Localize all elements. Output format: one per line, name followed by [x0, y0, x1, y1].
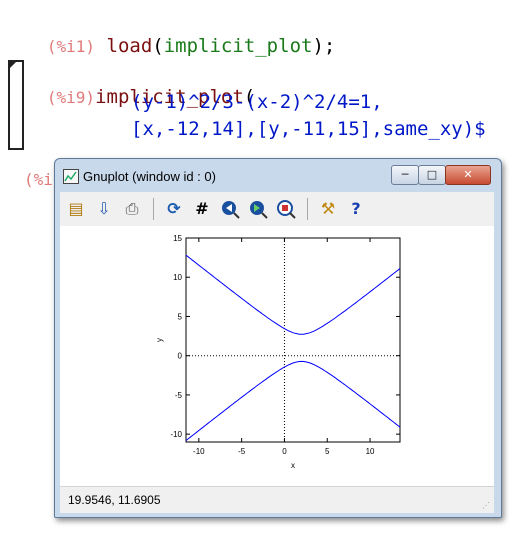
close-button[interactable]: ✕: [445, 165, 491, 185]
plot-area[interactable]: -10 -5 0 5 10 15 10 5 0 -5 -10 x y: [60, 226, 494, 486]
zoom-next-icon[interactable]: [247, 198, 269, 220]
zoom-prev-icon[interactable]: [219, 198, 241, 220]
minimize-button[interactable]: ─: [391, 165, 419, 185]
prompt-i9: (%i9): [46, 88, 96, 107]
x-tick-label: 5: [325, 447, 330, 456]
grid-icon[interactable]: #: [191, 198, 213, 220]
y-tick-label: 5: [178, 312, 183, 321]
help-icon[interactable]: ?: [345, 198, 367, 220]
toolbar-separator: [307, 198, 308, 220]
x-tick-label: 0: [282, 447, 287, 456]
x-tick-label: -5: [238, 447, 246, 456]
toolbar: ▤ ⇩ ⎙ ⟳ # ⚒ ?: [60, 192, 494, 227]
title-bar[interactable]: Gnuplot (window id : 0) ─ □ ✕: [55, 159, 501, 191]
clipboard-icon[interactable]: ▤: [65, 198, 87, 220]
gnuplot-window[interactable]: Gnuplot (window id : 0) ─ □ ✕ ▤ ⇩ ⎙ ⟳ # …: [54, 158, 502, 518]
open-paren: (: [152, 35, 164, 57]
y-tick-label: 15: [173, 234, 182, 243]
input-line-i9-ranges[interactable]: [x,-12,14],[y,-11,15],same_xy)$: [131, 118, 486, 140]
curve-upper-branch: [185, 254, 401, 335]
implicit-plot-chart: -10 -5 0 5 10 15 10 5 0 -5 -10 x y: [155, 234, 401, 470]
gnuplot-app-icon: [63, 169, 79, 184]
y-axis-label: y: [155, 338, 164, 342]
prompt-partial: (%i: [24, 170, 53, 189]
x-tick-label: -10: [193, 447, 205, 456]
input-line-i9-equation[interactable]: (y-1)^2/3-(x-2)^2/4=1,: [131, 91, 383, 113]
y-tick-label: 10: [173, 273, 182, 282]
options-icon[interactable]: ⚒: [317, 198, 339, 220]
input-line-i1[interactable]: (%i1) load(implicit_plot);: [24, 13, 335, 57]
x-tick-label: 10: [366, 447, 375, 456]
y-tick-label: -10: [170, 430, 182, 439]
y-tick-label: -5: [175, 391, 183, 400]
y-tick-label: 0: [178, 352, 183, 361]
toolbar-separator: [153, 198, 154, 220]
plot-frame: [185, 237, 401, 443]
argument-implicit-plot: implicit_plot: [163, 35, 313, 57]
status-bar: 19.9546, 11.6905 ⋰: [60, 486, 494, 513]
replot-icon[interactable]: ⟳: [163, 198, 185, 220]
autoscale-icon[interactable]: [275, 198, 297, 220]
x-axis-label: x: [291, 461, 295, 470]
print-icon[interactable]: ⎙: [121, 198, 143, 220]
close-paren: );: [312, 35, 336, 57]
maximize-button[interactable]: □: [418, 165, 446, 185]
curve-lower-branch: [185, 360, 401, 441]
window-title: Gnuplot (window id : 0): [83, 169, 216, 184]
cursor-coordinates: 19.9546, 11.6905: [68, 493, 161, 507]
cell-bracket[interactable]: [8, 60, 24, 150]
export-icon[interactable]: ⇩: [93, 198, 115, 220]
prompt-i1: (%i1): [46, 37, 96, 56]
resize-grip-icon[interactable]: ⋰: [482, 501, 492, 511]
function-load: load: [106, 35, 153, 57]
